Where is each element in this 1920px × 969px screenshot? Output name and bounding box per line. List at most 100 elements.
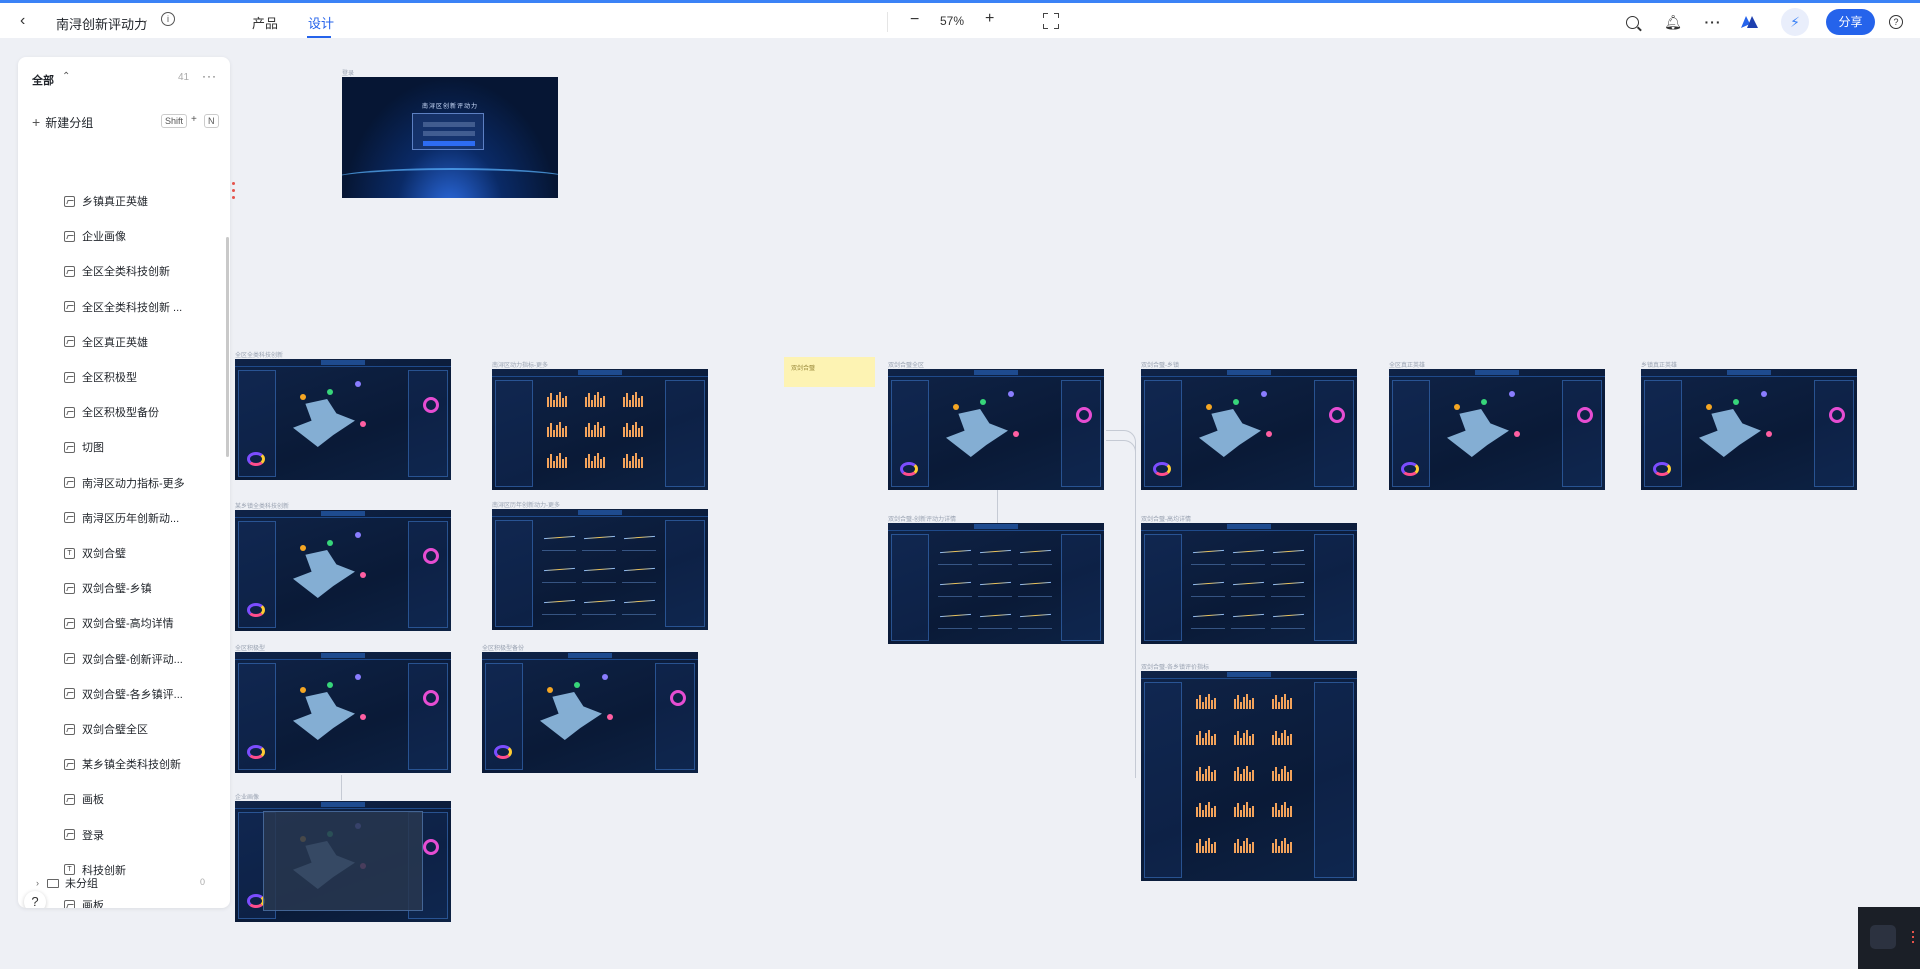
info-icon[interactable]: i [161,12,175,26]
notification-bell-icon[interactable]: 🔔︎ [1663,12,1683,32]
login-artboard[interactable]: 南浔区创新评动力 [342,77,558,198]
left-panel-thumb [1144,534,1182,641]
share-button[interactable]: 分享 [1826,9,1875,35]
image-icon [64,793,75,805]
line-chart-thumb [622,529,656,551]
chevron-up-icon[interactable]: ⌃ [62,71,70,82]
page-list-item[interactable]: 双剑合璧全区 [64,720,224,738]
page-list-item[interactable]: 双剑合璧-创新评动... [64,650,224,668]
artboard-f1[interactable] [235,359,451,480]
ring-chart-thumb [423,548,439,564]
artboard-f14[interactable] [1141,671,1357,881]
bar-mark [547,457,549,468]
artboard-f7[interactable] [235,801,451,922]
bar-mark [1287,772,1289,781]
group-filter-label[interactable]: 全部 [32,72,54,88]
more-icon[interactable]: ··· [1703,12,1723,32]
page-list-item[interactable]: 双剑合璧-各乡镇评... [64,685,224,703]
page-list-item[interactable]: 登录 [64,826,224,844]
donut-chart-thumb [900,462,918,476]
bar-mark [1278,702,1280,709]
sticky-note[interactable]: 双剑合璧 [784,357,875,387]
bar-mark [635,392,637,407]
line-chart-thumb [1271,543,1305,565]
bar-mark [629,460,631,468]
page-list-item[interactable]: 企业画像 [64,227,224,245]
bar-mark [1281,769,1283,781]
fullscreen-icon[interactable] [1043,13,1059,29]
chevron-down-icon[interactable]: ⌄ [140,13,149,26]
zoom-level[interactable]: 57% [940,14,964,28]
image-icon [64,617,75,629]
bar-mark [1196,735,1198,745]
layers-panel: 全部 ⌃ 41 ··· + 新建分组 Shift + N 乡镇真正英雄 企业画像 全区… [18,57,230,908]
page-list-item-label: 双剑合璧-乡镇 [82,583,152,596]
artboard-f8[interactable] [888,369,1104,490]
page-list-item[interactable]: 乡镇真正英雄 [64,192,224,210]
login-artboard-title: 南浔区创新评动力 [421,104,478,110]
minimap-widget[interactable] [1858,907,1920,969]
flow-connector [997,490,998,523]
bar-mark [565,396,567,407]
bar-mark [1237,839,1239,853]
page-list-item[interactable]: 南浔区动力指标-更多 [64,474,224,492]
bar-mark [1211,844,1213,853]
artboard-header-thumb [235,359,451,367]
bar-mark [1202,810,1204,817]
page-list-item[interactable]: 全区真正英雄 [64,333,224,351]
page-list-item[interactable]: 双剑合璧-乡镇 [64,579,224,597]
artboard-f5[interactable] [235,652,451,773]
map-pin-icon [1013,431,1019,437]
page-list-item[interactable]: 切图 [64,438,224,456]
artboard-f4[interactable] [492,509,708,630]
artboard-f10[interactable] [1389,369,1605,490]
zoom-out-button[interactable]: − [910,11,919,29]
tab-product[interactable]: 产品 [252,13,278,32]
artboard-f11[interactable] [1641,369,1857,490]
image-icon [64,371,75,383]
resize-handle[interactable] [232,182,236,203]
page-list-item[interactable]: 全区积极型备份 [64,403,224,421]
scrollbar[interactable] [226,237,229,457]
page-list-item[interactable]: 双剑合璧-高均详情 [64,614,224,632]
lightning-icon[interactable]: ⚡︎ [1781,8,1809,36]
help-icon[interactable]: ? [1886,12,1906,32]
page-list-item[interactable]: 全区积极型 [64,368,224,386]
artboard-f6[interactable] [482,652,698,773]
line-chart-thumb [582,593,616,615]
new-group-button[interactable]: + 新建分组 [32,114,93,131]
ungrouped-folder[interactable]: › 未分组 [36,875,98,891]
tab-design[interactable]: 设计 [308,13,334,32]
page-list-item[interactable]: 某乡镇全类科技创新 [64,755,224,773]
page-list-item[interactable]: T 双剑合璧 [64,544,224,562]
artboard-f12[interactable] [888,523,1104,644]
artboard-f2[interactable] [492,369,708,490]
page-list-item[interactable]: 全区全类科技创新 ... [64,298,224,316]
app-logo-icon[interactable] [1740,12,1760,32]
bar-mark [553,400,555,407]
frame-label: 双剑合璧-乡镇 [1141,363,1179,369]
panel-more-icon[interactable]: ··· [202,69,217,83]
page-list-item-label: 全区全类科技创新 ... [82,301,183,314]
login-form-thumb [412,113,484,150]
artboard-f3[interactable] [235,510,451,631]
bar-mark [1252,698,1254,709]
page-list-item[interactable]: 画板 [64,896,224,908]
artboard-f13[interactable] [1141,523,1357,644]
artboard-f9[interactable] [1141,369,1357,490]
page-list-item[interactable]: 全区全类科技创新 [64,262,224,280]
map-pin-icon [300,394,306,400]
zoom-in-button[interactable]: + [985,10,994,28]
project-title[interactable]: 南浔创新评动力 [56,14,147,33]
page-list-item[interactable]: 画板 [64,790,224,808]
drag-handle-icon[interactable] [1912,931,1915,946]
map-pin-icon [1206,404,1212,410]
back-icon[interactable]: ‹ [20,12,25,30]
search-icon[interactable] [1622,12,1642,32]
bar-mark [1211,808,1213,817]
page-list-item[interactable]: 南浔区历年创新动... [64,509,224,527]
bar-mark [562,398,564,407]
help-button[interactable]: ? [24,891,46,908]
right-panel-thumb [1314,682,1354,878]
bar-mark [638,398,640,407]
